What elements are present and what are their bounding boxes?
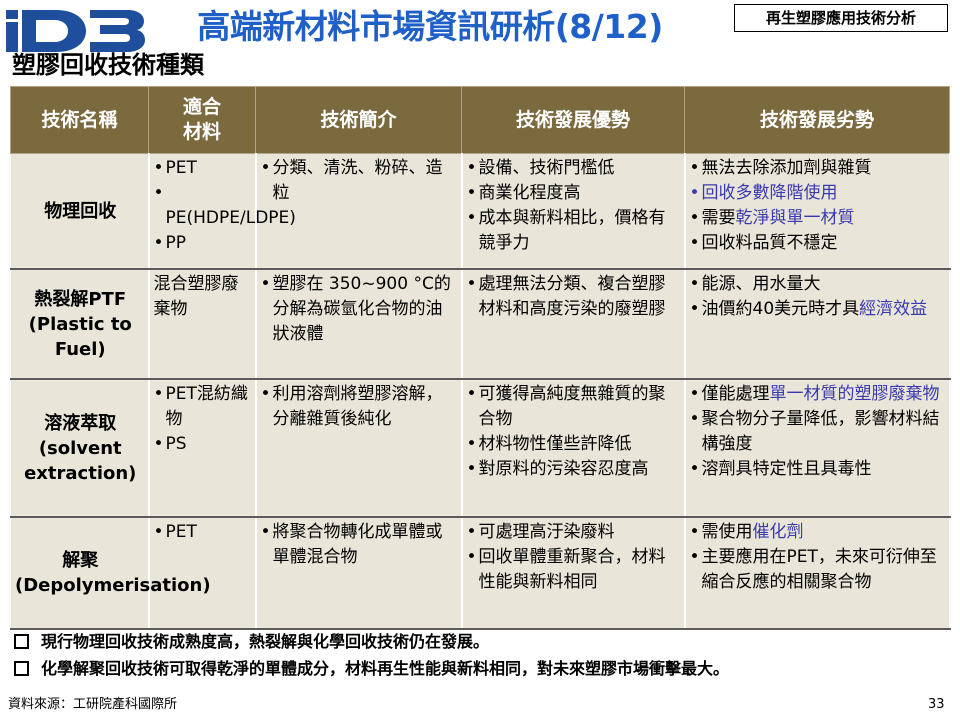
- advantage-item: 材料物性僅些許降低: [467, 432, 682, 457]
- summary-notes: 現行物理回收技術成熟度高，熱裂解與化學回收技術仍在發展。 化學解聚回收技術可取得…: [14, 628, 954, 682]
- table-row: 熱裂解PTF (Plastic to Fuel) 混合塑膠廢棄物 塑膠在 350…: [10, 268, 951, 380]
- disadvantage-item: 主要應用在PET，未來可衍伸至縮合反應的相關聚合物: [690, 545, 947, 595]
- advantage-item: 商業化程度高: [467, 181, 682, 206]
- disadvantage-item: 油價約40美元時才具經濟效益: [690, 297, 947, 322]
- disadvantage-item: 溶劑具特定性且具毒性: [690, 457, 947, 482]
- advantage-item: 設備、技術門檻低: [467, 156, 682, 181]
- intro-item: 塑膠在 350~900 °C的分解為碳氫化合物的油狀液體: [261, 272, 459, 347]
- disadvantage-item: 需使用催化劑: [690, 520, 947, 545]
- advantage-item: 成本與新料相比，價格有競爭力: [467, 206, 682, 256]
- disadvantages-cell: 僅能處理單一材質的塑膠廢棄物 聚合物分子量降低，影響材料結構強度 溶劑具特定性且…: [684, 378, 951, 518]
- tech-name-cell: 解聚 (Depolymerisation): [10, 516, 211, 630]
- table-row: 解聚 (Depolymerisation) PET 將聚合物轉化成單體或單體混合…: [10, 516, 951, 630]
- col-header-disadvantages: 技術發展劣勢: [684, 86, 950, 154]
- section-tag: 再生塑膠應用技術分析: [734, 4, 948, 32]
- note-item: 現行物理回收技術成熟度高，熱裂解與化學回收技術仍在發展。: [14, 628, 954, 655]
- advantage-item: 回收單體重新聚合，材料性能與新料相同: [467, 545, 682, 595]
- intro-item: 利用溶劑將塑膠溶解，分離雜質後純化: [261, 382, 459, 432]
- disadvantage-item: 聚合物分子量降低，影響材料結構強度: [690, 407, 947, 457]
- note-text: 化學解聚回收技術可取得乾淨的單體成分，材料再生性能與新料相同，對未來塑膠市場衝擊…: [41, 659, 730, 678]
- disadvantages-cell: 能源、用水量大 油價約40美元時才具經濟效益: [684, 268, 951, 380]
- advantages-cell: 可獲得高純度無雜質的聚合物 材料物性僅些許降低 對原料的污染容忍度高: [461, 378, 686, 518]
- advantages-cell: 可處理高汙染廢料 回收單體重新聚合，材料性能與新料相同: [461, 516, 686, 630]
- disadvantages-cell: 需使用催化劑 主要應用在PET，未來可衍伸至縮合反應的相關聚合物: [684, 516, 951, 630]
- note-text: 現行物理回收技術成熟度高，熱裂解與化學回收技術仍在發展。: [41, 632, 490, 651]
- material-item: PET: [154, 520, 253, 545]
- advantages-cell: 處理無法分類、複合塑膠材料和高度污染的廢塑膠: [461, 268, 686, 380]
- slide-subtitle: 塑膠回收技術種類: [12, 51, 204, 79]
- material-item: PET混紡織物: [154, 382, 253, 432]
- table-header-row: 技術名稱 適合材料 技術簡介 技術發展優勢 技術發展劣勢: [10, 86, 950, 154]
- col-header-name: 技術名稱: [10, 86, 149, 154]
- tech-name-cell: 熱裂解PTF (Plastic to Fuel): [10, 268, 150, 380]
- disadvantage-item: 能源、用水量大: [690, 272, 947, 297]
- source-citation: 資料來源：工研院產科國際所: [8, 697, 178, 712]
- tech-name-cell: 物理回收: [10, 153, 150, 270]
- note-item: 化學解聚回收技術可取得乾淨的單體成分，材料再生性能與新料相同，對未來塑膠市場衝擊…: [14, 655, 954, 682]
- id3-logo: [6, 10, 145, 52]
- intro-cell: 利用溶劑將塑膠溶解，分離雜質後純化: [255, 378, 463, 518]
- disadvantages-cell: 無法去除添加劑與雜質 回收多數降階使用 需要乾淨與單一材質 回收料品質不穩定: [684, 153, 951, 270]
- advantage-item: 處理無法分類、複合塑膠材料和高度污染的廢塑膠: [467, 272, 682, 322]
- recycling-tech-table: 技術名稱 適合材料 技術簡介 技術發展優勢 技術發展劣勢 物理回收 PET PE…: [10, 86, 951, 630]
- materials-cell: PET: [148, 516, 257, 630]
- advantages-cell: 設備、技術門檻低 商業化程度高 成本與新料相比，價格有競爭力: [461, 153, 686, 270]
- material-item: PS: [154, 432, 253, 457]
- advantage-item: 可處理高汙染廢料: [467, 520, 682, 545]
- materials-cell: 混合塑膠廢棄物: [148, 268, 257, 380]
- checkbox-square-icon: [14, 661, 29, 676]
- col-header-advantages: 技術發展優勢: [461, 86, 685, 154]
- table-row: 物理回收 PET PE(HDPE/LDPE) PP 分類、清洗、粉碎、造粒 設備…: [10, 153, 951, 270]
- intro-item: 分類、清洗、粉碎、造粒: [261, 156, 459, 206]
- material-item: PET: [154, 156, 253, 181]
- advantage-item: 可獲得高純度無雜質的聚合物: [467, 382, 682, 432]
- disadvantage-item: 無法去除添加劑與雜質: [690, 156, 947, 181]
- intro-cell: 將聚合物轉化成單體或單體混合物: [255, 516, 463, 630]
- disadvantage-item: 需要乾淨與單一材質: [690, 206, 947, 231]
- page-title: 高端新材料市場資訊研析(8/12): [197, 7, 663, 46]
- tech-name-cell: 溶液萃取 (solvent extraction): [10, 378, 150, 518]
- col-header-materials: 適合材料: [148, 86, 256, 154]
- intro-cell: 塑膠在 350~900 °C的分解為碳氫化合物的油狀液體: [255, 268, 463, 380]
- materials-cell: PET PE(HDPE/LDPE) PP: [148, 153, 296, 270]
- advantage-item: 對原料的污染容忍度高: [467, 457, 682, 482]
- disadvantage-item: 回收多數降階使用: [690, 181, 947, 206]
- col-header-intro: 技術簡介: [255, 86, 462, 154]
- disadvantage-item: 僅能處理單一材質的塑膠廢棄物: [690, 382, 947, 407]
- table-row: 溶液萃取 (solvent extraction) PET混紡織物 PS 利用溶…: [10, 378, 951, 518]
- materials-cell: PET混紡織物 PS: [148, 378, 257, 518]
- checkbox-square-icon: [14, 634, 29, 649]
- page-number: 33: [928, 697, 945, 712]
- material-item: PP: [154, 231, 253, 256]
- disadvantage-item: 回收料品質不穩定: [690, 231, 947, 256]
- material-item: PE(HDPE/LDPE): [154, 181, 296, 231]
- intro-item: 將聚合物轉化成單體或單體混合物: [261, 520, 459, 570]
- material-item: 混合塑膠廢棄物: [153, 274, 239, 319]
